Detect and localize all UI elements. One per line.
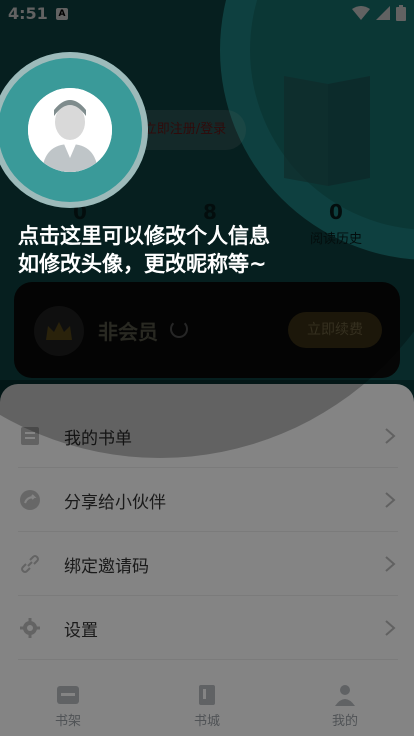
- membership-card[interactable]: 非会员 立即续费: [14, 282, 400, 378]
- menu-item-booklist[interactable]: 我的书单: [18, 404, 398, 468]
- link-icon: [21, 555, 39, 573]
- renew-button[interactable]: 立即续费: [288, 312, 382, 348]
- menu-item-label: 设置: [64, 621, 98, 641]
- tab-label: 书架: [54, 714, 81, 729]
- status-time: 4:51: [8, 4, 48, 23]
- avatar[interactable]: [28, 88, 112, 172]
- battery-icon: [396, 5, 406, 21]
- tab-bookstore[interactable]: 书城: [167, 684, 247, 729]
- bookshelf-icon: [57, 686, 79, 704]
- guide-tooltip: 点击这里可以修改个人信息 如修改头像，更改昵称等~: [18, 222, 398, 278]
- chevron-right-icon: [385, 620, 396, 636]
- guide-line-2: 如修改头像，更改昵称等~: [18, 252, 267, 276]
- tab-bookshelf[interactable]: 书架: [28, 684, 108, 729]
- gear-icon: [20, 618, 40, 638]
- person-icon: [335, 685, 355, 706]
- stat-value: 0: [329, 200, 343, 224]
- menu-item-settings[interactable]: 设置: [18, 596, 398, 660]
- stat-item[interactable]: 8: [188, 200, 232, 224]
- notification-badge: A: [56, 8, 68, 20]
- tab-mine[interactable]: 我的: [305, 684, 385, 729]
- chevron-right-icon: [385, 492, 396, 508]
- bookstore-icon: [199, 685, 215, 705]
- stat-value: 8: [203, 200, 217, 224]
- list-icon: [21, 427, 39, 445]
- tab-label: 我的: [331, 714, 358, 729]
- status-bar: 4:51 A: [0, 0, 414, 28]
- menu-item-label: 我的书单: [64, 429, 132, 449]
- menu-item-label: 分享给小伙伴: [64, 493, 166, 513]
- wifi-icon: [352, 6, 370, 20]
- loading-spinner-icon: [170, 320, 188, 338]
- membership-status: 非会员: [98, 320, 158, 344]
- default-avatar-icon: [28, 88, 112, 172]
- share-icon: [20, 490, 40, 510]
- menu-item-invite-code[interactable]: 绑定邀请码: [18, 532, 398, 596]
- chevron-right-icon: [385, 428, 396, 444]
- chevron-right-icon: [385, 556, 396, 572]
- tab-label: 书城: [193, 714, 220, 729]
- menu-item-label: 绑定邀请码: [64, 557, 149, 577]
- signal-icon: [376, 6, 390, 20]
- crown-icon: [34, 306, 84, 356]
- guide-line-1: 点击这里可以修改个人信息: [18, 224, 270, 248]
- book-illustration: [284, 76, 370, 186]
- status-icons: [352, 5, 406, 21]
- bottom-tab-bar: 书架 书城 我的: [0, 676, 414, 736]
- menu-item-share[interactable]: 分享给小伙伴: [18, 468, 398, 532]
